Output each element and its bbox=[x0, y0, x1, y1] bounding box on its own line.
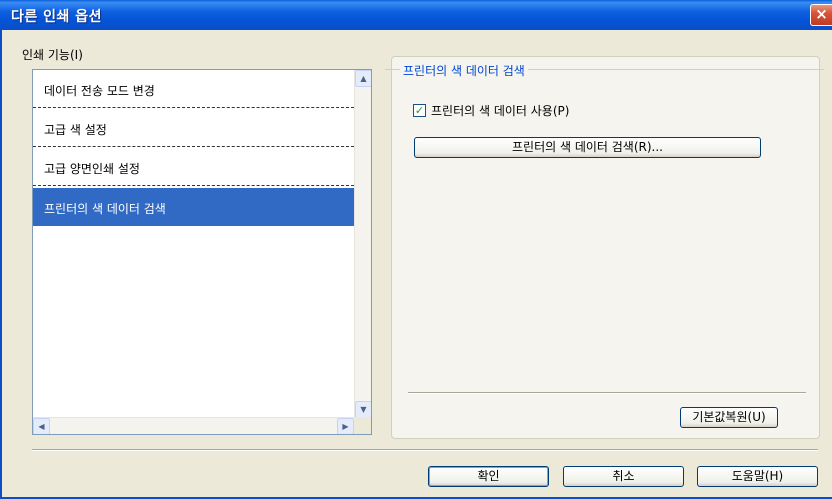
footer-divider bbox=[32, 449, 818, 451]
features-listbox[interactable]: 데이터 전송 모드 변경 고급 색 설정 고급 양면인쇄 설정 프린터의 색 데… bbox=[32, 69, 372, 435]
help-button[interactable]: 도움말(H) bbox=[697, 466, 818, 487]
list-item-retrieve-color-data[interactable]: 프린터의 색 데이터 검색 bbox=[33, 188, 354, 226]
horizontal-scrollbar[interactable]: ◀ ▶ bbox=[33, 417, 354, 434]
group-title: 프린터의 색 데이터 검색 bbox=[400, 62, 528, 79]
list-item-advanced-duplex[interactable]: 고급 양면인쇄 설정 bbox=[33, 148, 354, 186]
restore-default-button[interactable]: 기본값복원(U) bbox=[680, 407, 778, 428]
ok-button[interactable]: 확인 bbox=[428, 466, 549, 487]
list-item-data-transfer-mode[interactable]: 데이터 전송 모드 변경 bbox=[33, 70, 354, 108]
scroll-down-icon[interactable]: ▼ bbox=[355, 401, 371, 418]
window-title: 다른 인쇄 옵션 bbox=[11, 9, 103, 25]
features-label: 인쇄 기능(I) bbox=[22, 48, 83, 62]
scroll-left-icon[interactable]: ◀ bbox=[33, 418, 50, 434]
use-color-data-row[interactable]: ✓ 프린터의 색 데이터 사용(P) bbox=[413, 102, 569, 119]
scroll-up-icon[interactable]: ▲ bbox=[355, 70, 371, 87]
cancel-button[interactable]: 취소 bbox=[563, 466, 684, 487]
scroll-right-icon[interactable]: ▶ bbox=[337, 418, 354, 434]
scrollbar-corner bbox=[354, 417, 371, 434]
retrieve-color-data-button[interactable]: 프린터의 색 데이터 검색(R)... bbox=[414, 137, 761, 158]
use-color-data-checkbox[interactable]: ✓ bbox=[413, 104, 426, 117]
close-icon[interactable]: × bbox=[810, 4, 832, 26]
use-color-data-label: 프린터의 색 데이터 사용(P) bbox=[431, 104, 570, 118]
vertical-scrollbar[interactable]: ▲ ▼ bbox=[354, 70, 371, 418]
panel-divider bbox=[408, 392, 806, 394]
title-bar: 다른 인쇄 옵션 × bbox=[0, 0, 832, 30]
list-item-advanced-color[interactable]: 고급 색 설정 bbox=[33, 109, 354, 147]
